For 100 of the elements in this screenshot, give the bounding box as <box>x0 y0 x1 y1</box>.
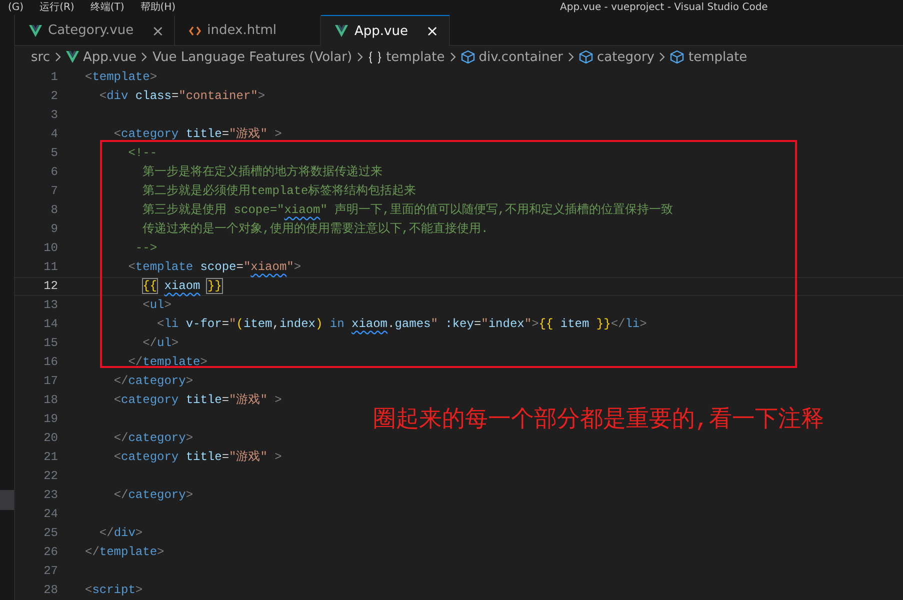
code-token: </ <box>128 355 143 369</box>
code-token: < <box>114 127 122 141</box>
line-number: 8 <box>50 202 58 219</box>
breadcrumb-item[interactable]: category <box>597 50 654 65</box>
code-token: " <box>286 260 294 274</box>
code-token: > <box>258 89 266 103</box>
editor-tab[interactable]: App.vue × <box>321 15 450 46</box>
code-token: xiaom <box>284 203 320 217</box>
line-number: 10 <box>42 240 58 257</box>
menu-item[interactable]: (G) <box>0 0 32 14</box>
code-token: > <box>274 450 282 464</box>
menu-item[interactable]: 终端(T) <box>82 0 132 14</box>
code-token: category <box>128 488 186 502</box>
code-token: xiaom <box>164 279 200 293</box>
code-token: "游戏" <box>229 127 268 141</box>
code-token: < <box>85 70 92 84</box>
code-token: </ <box>85 545 100 559</box>
code-token: = <box>474 317 482 331</box>
code-token: > <box>186 374 194 388</box>
code-token: 第三步就是使用 scope=" <box>142 203 284 217</box>
code-token: > <box>135 526 143 540</box>
line-number: 13 <box>42 297 58 314</box>
line-number: 28 <box>42 582 58 599</box>
code-token: > <box>150 70 158 84</box>
code-token: class <box>135 89 172 103</box>
code-token: " <box>229 317 236 331</box>
line-number: 27 <box>42 563 58 580</box>
code-token: ul <box>150 298 164 312</box>
code-token: "container" <box>178 89 258 103</box>
code-token: "游戏" <box>229 393 268 407</box>
line-number: 18 <box>42 392 58 409</box>
code-token: > <box>294 260 302 274</box>
code-token: scope <box>200 260 236 274</box>
code-token: > <box>164 298 172 312</box>
code-token: " <box>430 317 438 331</box>
line-number: 15 <box>42 335 58 352</box>
breadcrumb-item[interactable]: template <box>688 50 748 65</box>
code-token: 传递过来的是一个对象,使用的使用需要注意以下,不能直接使用. <box>142 222 488 236</box>
line-number: 5 <box>50 145 58 162</box>
code-brackets-icon <box>189 24 202 37</box>
code-token: = <box>236 260 244 274</box>
chevron-icon <box>356 52 364 62</box>
code-token: </ <box>114 431 128 445</box>
line-number: 24 <box>42 506 58 523</box>
menu-item[interactable]: 帮助(H) <box>132 0 184 14</box>
code-token: > <box>171 336 179 350</box>
breadcrumb-item[interactable]: App.vue <box>82 50 136 65</box>
tab-label: index.html <box>207 23 276 38</box>
breadcrumb-item[interactable]: src <box>31 50 50 65</box>
code-token: 第二步就是必须使用template标签将结构包括起来 <box>142 184 416 198</box>
chevron-icon <box>448 52 457 62</box>
code-token: </ <box>99 526 114 540</box>
close-icon[interactable]: × <box>426 22 439 40</box>
line-number: 16 <box>42 354 58 371</box>
code-token: index <box>279 317 316 331</box>
line-number: 6 <box>50 164 58 181</box>
vue-logo-icon <box>66 51 79 64</box>
close-icon[interactable]: × <box>152 22 164 40</box>
breadcrumb-item[interactable]: Vue Language Features (Volar) <box>152 50 352 65</box>
code-token: > <box>200 355 208 369</box>
code-token: --> <box>135 241 158 255</box>
menu-item[interactable]: 运行(R) <box>32 0 82 14</box>
line-number: 23 <box>42 487 58 504</box>
code-token: < <box>142 298 150 312</box>
code-token: li <box>164 317 179 331</box>
breadcrumb-item[interactable]: template <box>386 50 445 65</box>
breadcrumb-item[interactable]: div.container <box>478 50 564 65</box>
code-token: template <box>142 355 200 369</box>
vue-logo-icon <box>29 24 42 37</box>
tab-label: Category.vue <box>48 23 134 38</box>
braces-icon <box>368 50 382 64</box>
code-token: div <box>114 526 136 540</box>
code-token: index <box>488 317 524 331</box>
code-token: xiaom <box>352 317 388 331</box>
line-number: 19 <box>42 411 58 428</box>
line-number: 1 <box>50 69 58 86</box>
code-token: script <box>92 583 136 597</box>
code-token: > <box>157 545 164 559</box>
code-token: category <box>121 127 179 141</box>
code-token: " <box>243 260 251 274</box>
cube-icon <box>670 50 684 64</box>
code-token: > <box>640 317 647 331</box>
code-token: :key <box>445 317 474 331</box>
code-token: 第一步是将在定义插槽的地方将数据传递过来 <box>142 165 383 179</box>
code-token: " <box>481 317 488 331</box>
line-number: 9 <box>50 221 58 238</box>
code-token: "游戏" <box>229 450 268 464</box>
line-number: 20 <box>42 430 58 447</box>
code-token: ( <box>236 317 244 331</box>
code-token: </ <box>114 374 128 388</box>
code-token: ) <box>315 317 323 331</box>
code-token: " <box>524 317 532 331</box>
code-token: title <box>186 450 222 464</box>
line-number: 4 <box>50 126 58 143</box>
code-token: template <box>92 70 150 84</box>
code-token: </ <box>610 317 626 331</box>
code-token: < <box>128 260 136 274</box>
code-token: , <box>272 317 280 331</box>
code-token: <!-- <box>128 146 158 160</box>
line-number: 22 <box>42 468 58 485</box>
